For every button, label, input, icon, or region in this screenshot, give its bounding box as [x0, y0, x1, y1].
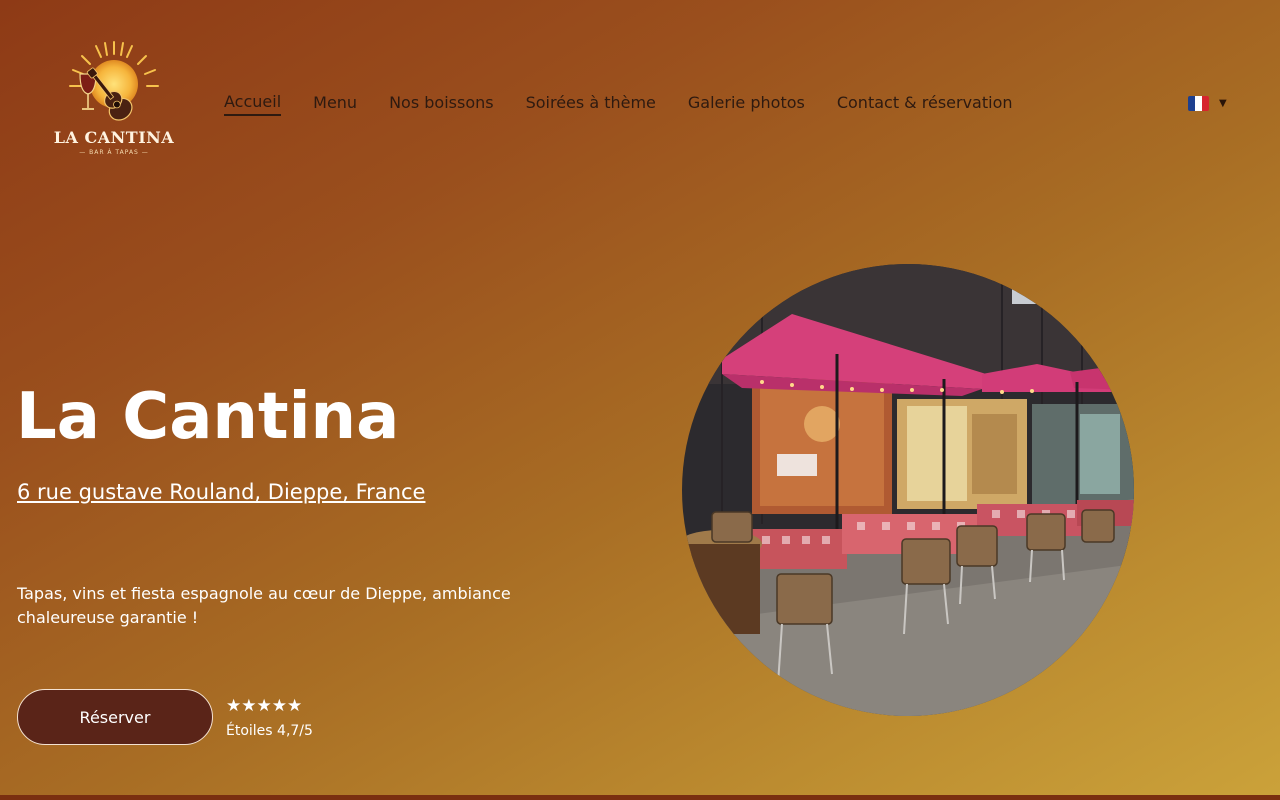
rating-stars-icon: ★★★★★ [226, 696, 303, 716]
logo-emblem-icon [69, 41, 159, 121]
flag-stripe-white [1195, 96, 1202, 111]
france-flag-icon [1188, 96, 1209, 111]
nav-item-contact-reservation[interactable]: Contact & réservation [837, 93, 1013, 115]
hero-address-link[interactable]: 6 rue gustave Rouland, Dieppe, France [17, 480, 425, 504]
main-nav: Accueil Menu Nos boissons Soirées à thèm… [224, 92, 1013, 116]
rating-block: ★★★★★ Étoiles 4,7/5 [226, 697, 313, 739]
page: LA CANTINA — BAR À TAPAS — Accueil Menu … [0, 0, 1280, 800]
nav-item-nos-boissons[interactable]: Nos boissons [389, 93, 494, 115]
reserve-button[interactable]: Réserver [17, 689, 213, 745]
caret-down-icon: ▼ [1219, 98, 1227, 109]
nav-item-menu[interactable]: Menu [313, 93, 357, 115]
hero-description: Tapas, vins et fiesta espagnole au cœur … [17, 584, 511, 627]
site-logo[interactable]: LA CANTINA — BAR À TAPAS — [52, 34, 176, 162]
restaurant-terrace-photo [682, 264, 1134, 716]
hero-title: La Cantina [16, 380, 400, 454]
bottom-divider [0, 795, 1280, 800]
rating-text: Étoiles 4,7/5 [226, 723, 313, 739]
nav-item-galerie-photos[interactable]: Galerie photos [688, 93, 805, 115]
flag-stripe-red [1202, 96, 1209, 111]
nav-item-soirees-a-theme[interactable]: Soirées à thème [526, 93, 656, 115]
logo-name: LA CANTINA [53, 128, 175, 147]
language-selector[interactable]: ▼ [1188, 96, 1227, 111]
flag-stripe-blue [1188, 96, 1195, 111]
nav-item-accueil[interactable]: Accueil [224, 92, 282, 116]
logo-tagline: — BAR À TAPAS — [79, 149, 149, 156]
logo-tagline-text: BAR À TAPAS [89, 149, 139, 156]
